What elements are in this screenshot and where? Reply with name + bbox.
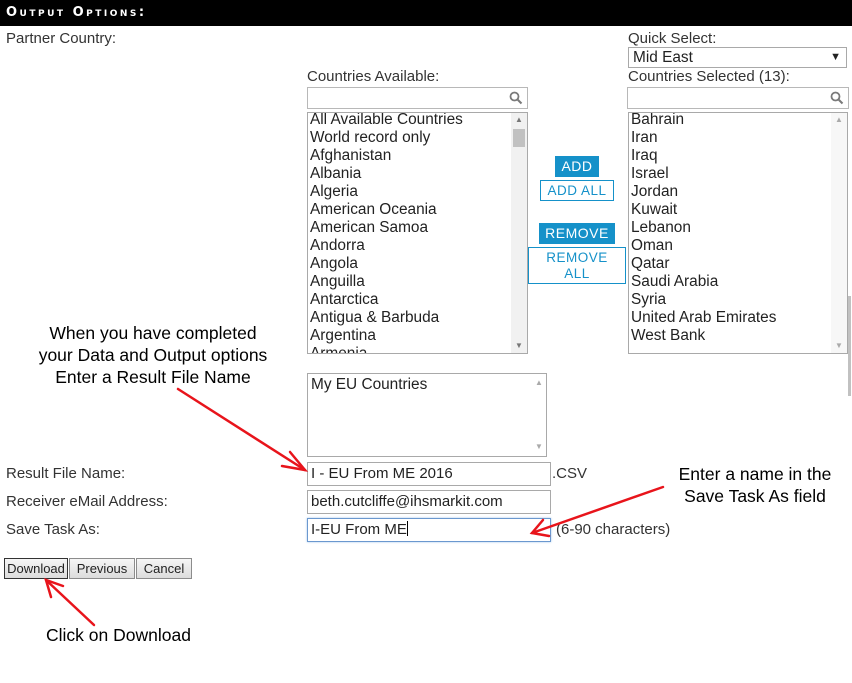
available-country-option[interactable]: World record only — [310, 129, 509, 147]
save-task-hint: (6-90 characters) — [556, 521, 671, 538]
countries-selected-label: Countries Selected (13): — [628, 68, 790, 85]
countries-available-label: Countries Available: — [307, 68, 440, 85]
download-button[interactable]: Download — [4, 558, 68, 579]
right-note-line: Save Task As field — [684, 486, 826, 506]
add-button[interactable]: ADD — [555, 156, 599, 177]
description-scrollbar[interactable]: ▲ ▼ — [532, 374, 546, 456]
right-annotation: Enter a name in the Save Task As field — [660, 463, 850, 507]
remove-all-button[interactable]: REMOVE ALL — [528, 247, 626, 284]
quick-select-value: Mid East — [633, 49, 693, 66]
chevron-down-icon: ▼ — [830, 51, 841, 63]
remove-all-label-line2: ALL — [564, 266, 590, 281]
available-country-option[interactable]: All Available Countries — [310, 113, 509, 129]
section-header: Output Options: — [0, 0, 852, 26]
selected-country-option[interactable]: Iran — [631, 129, 829, 147]
selected-country-option[interactable]: West Bank — [631, 327, 829, 345]
search-icon — [509, 91, 523, 105]
left-note-line: Enter a Result File Name — [55, 367, 251, 387]
text-cursor — [406, 521, 408, 536]
arrow-icon — [176, 387, 309, 472]
selected-country-option[interactable]: Jordan — [631, 183, 829, 201]
bottom-annotation: Click on Download — [46, 625, 191, 645]
save-task-label: Save Task As: — [6, 521, 100, 538]
available-country-option[interactable]: Afghanistan — [310, 147, 509, 165]
left-note-line: When you have completed — [49, 323, 257, 343]
result-file-input[interactable]: I - EU From ME 2016 — [307, 462, 551, 486]
available-country-option[interactable]: Andorra — [310, 237, 509, 255]
available-country-option[interactable]: Albania — [310, 165, 509, 183]
save-task-input[interactable]: I-EU From ME — [307, 518, 551, 542]
scroll-up-icon[interactable]: ▲ — [532, 376, 546, 390]
available-country-option[interactable]: Antigua & Barbuda — [310, 309, 509, 327]
selected-country-option[interactable]: Syria — [631, 291, 829, 309]
description-value: My EU Countries — [311, 376, 428, 393]
description-textarea[interactable]: My EU Countries ▲ ▼ — [307, 373, 547, 457]
available-country-option[interactable]: Armenia — [310, 345, 509, 353]
remove-all-label-line1: REMOVE — [546, 250, 608, 265]
available-country-option[interactable]: Antarctica — [310, 291, 509, 309]
countries-selected-list[interactable]: Bahrain Iran Iraq Israel Jordan Kuwait Lebanon… — [628, 112, 848, 354]
quick-select-dropdown[interactable]: Mid East ▼ — [628, 47, 847, 68]
available-country-option[interactable]: Angola — [310, 255, 509, 273]
selected-country-option[interactable]: Kuwait — [631, 201, 829, 219]
search-icon — [830, 91, 844, 105]
available-scrollbar[interactable]: ▲ ▼ — [511, 113, 527, 353]
scroll-down-icon[interactable]: ▼ — [532, 440, 546, 454]
result-file-label: Result File Name: — [6, 465, 126, 482]
selected-scrollbar[interactable]: ▲ ▼ — [831, 113, 847, 353]
selected-country-option[interactable]: Saudi Arabia — [631, 273, 829, 291]
right-note-line: Enter a name in the — [678, 464, 832, 484]
previous-button[interactable]: Previous — [69, 558, 135, 579]
remove-button[interactable]: REMOVE — [539, 223, 615, 244]
selected-country-option[interactable]: Bahrain — [631, 113, 829, 129]
quick-select-label: Quick Select: — [628, 30, 717, 47]
save-task-value: I-EU From ME — [311, 521, 407, 538]
countries-available-list[interactable]: All Available Countries World record only… — [307, 112, 528, 354]
left-annotation: When you have completed your Data and Ou… — [13, 322, 293, 388]
scroll-down-icon[interactable]: ▼ — [831, 339, 847, 353]
selected-country-option[interactable]: Israel — [631, 165, 829, 183]
scroll-up-icon[interactable]: ▲ — [831, 113, 847, 127]
result-file-suffix: .CSV — [552, 465, 588, 482]
available-country-option[interactable]: American Samoa — [310, 219, 509, 237]
page-scrollbar-thumb[interactable] — [848, 296, 851, 396]
selected-country-option[interactable]: United Arab Emirates — [631, 309, 829, 327]
add-all-button[interactable]: ADD ALL — [540, 180, 614, 201]
cancel-button[interactable]: Cancel — [136, 558, 192, 579]
selected-country-option[interactable]: Lebanon — [631, 219, 829, 237]
selected-country-option[interactable]: Qatar — [631, 255, 829, 273]
partner-country-label: Partner Country: — [6, 30, 117, 47]
email-label: Receiver eMail Address: — [6, 493, 168, 510]
email-input[interactable]: beth.cutcliffe@ihsmarkit.com — [307, 490, 551, 514]
selected-country-option[interactable]: Oman — [631, 237, 829, 255]
available-search-input[interactable] — [307, 87, 528, 109]
section-title: Output Options: — [6, 5, 147, 20]
left-note-line: your Data and Output options — [38, 345, 268, 365]
selected-country-option[interactable]: Iraq — [631, 147, 829, 165]
available-country-option[interactable]: American Oceania — [310, 201, 509, 219]
scroll-down-icon[interactable]: ▼ — [511, 339, 527, 353]
available-country-option[interactable]: Argentina — [310, 327, 509, 345]
available-country-option[interactable]: Algeria — [310, 183, 509, 201]
scroll-up-icon[interactable]: ▲ — [511, 113, 527, 127]
arrow-icon — [44, 578, 96, 627]
selected-search-input[interactable] — [627, 87, 849, 109]
available-country-option[interactable]: Anguilla — [310, 273, 509, 291]
scroll-thumb[interactable] — [513, 129, 525, 147]
